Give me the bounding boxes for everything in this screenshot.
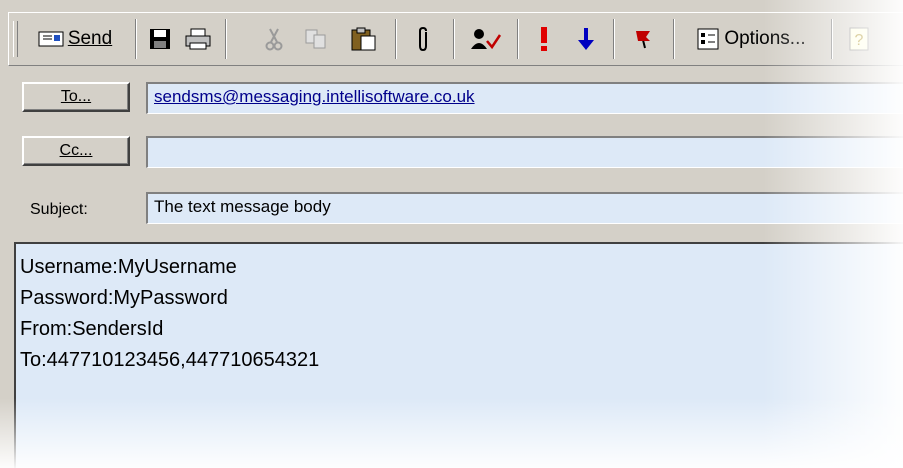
copy-icon bbox=[304, 28, 328, 50]
attach-icon bbox=[416, 26, 432, 52]
options-icon bbox=[696, 27, 720, 51]
importance-high-button[interactable] bbox=[529, 21, 559, 57]
flag-button[interactable] bbox=[625, 21, 661, 57]
message-body[interactable]: Username:MyUsername Password:MyPassword … bbox=[14, 242, 903, 468]
flag-icon bbox=[633, 28, 653, 50]
importance-low-button[interactable] bbox=[571, 21, 601, 57]
cc-button[interactable]: Cc... bbox=[22, 136, 130, 166]
check-names-icon bbox=[468, 27, 502, 51]
send-label: Send bbox=[67, 28, 113, 49]
separator bbox=[135, 19, 137, 59]
options-label: Options... bbox=[724, 28, 806, 49]
cut-icon bbox=[265, 27, 283, 51]
separator bbox=[517, 19, 519, 59]
to-button[interactable]: To... bbox=[22, 82, 130, 112]
subject-field[interactable]: The text message body bbox=[146, 192, 903, 224]
copy-button[interactable] bbox=[301, 21, 331, 57]
separator bbox=[453, 19, 455, 59]
low-importance-icon bbox=[577, 27, 595, 51]
attach-button[interactable] bbox=[407, 21, 441, 57]
send-button[interactable]: Send bbox=[23, 21, 127, 57]
svg-text:?: ? bbox=[855, 32, 864, 49]
save-icon bbox=[149, 28, 171, 50]
toolbar: Send Options... ? bbox=[8, 12, 903, 66]
print-button[interactable] bbox=[181, 21, 215, 57]
separator bbox=[225, 19, 227, 59]
to-recipient[interactable]: sendsms@messaging.intellisoftware.co.uk bbox=[154, 87, 475, 106]
paste-button[interactable] bbox=[345, 21, 383, 57]
to-field[interactable]: sendsms@messaging.intellisoftware.co.uk bbox=[146, 82, 903, 114]
options-button[interactable]: Options... bbox=[683, 21, 819, 57]
send-icon bbox=[38, 29, 64, 49]
separator bbox=[613, 19, 615, 59]
cc-field[interactable] bbox=[146, 136, 903, 168]
separator bbox=[831, 19, 833, 59]
paste-icon bbox=[350, 27, 378, 51]
toolbar-grip[interactable] bbox=[13, 21, 18, 57]
separator bbox=[673, 19, 675, 59]
help-icon: ? bbox=[847, 27, 871, 51]
help-button[interactable]: ? bbox=[843, 21, 875, 57]
subject-label: Subject: bbox=[30, 201, 88, 218]
print-icon bbox=[184, 28, 212, 50]
compose-window: Send Options... ? To... sendsms@messagin… bbox=[0, 0, 903, 468]
save-button[interactable] bbox=[145, 21, 175, 57]
check-names-button[interactable] bbox=[463, 21, 507, 57]
cut-button[interactable] bbox=[259, 21, 289, 57]
high-importance-icon bbox=[539, 26, 549, 52]
separator bbox=[395, 19, 397, 59]
